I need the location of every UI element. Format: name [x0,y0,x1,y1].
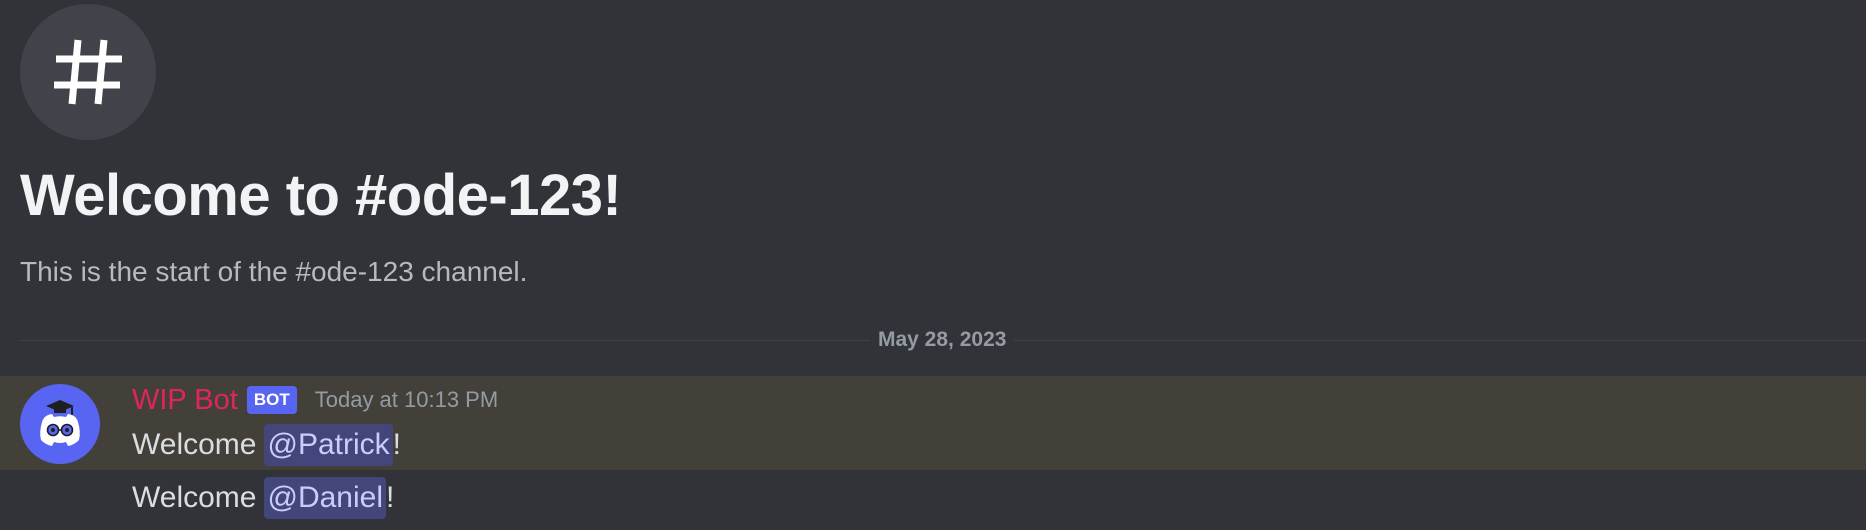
user-mention[interactable]: @Patrick [264,424,393,466]
bot-badge: BOT [246,386,297,414]
channel-hash-icon [20,4,156,140]
date-divider-label: May 28, 2023 [870,326,1015,354]
avatar[interactable] [20,384,100,464]
hash-icon [54,39,122,105]
discord-bot-avatar-icon [40,400,80,446]
message-text: Welcome [132,428,257,461]
message-text: Welcome [132,481,257,514]
message-header: WIP Bot BOT Today at 10:13 PM [132,382,498,418]
chat-view: Welcome to #ode-123! This is the start o… [0,0,1866,530]
message-text-suffix: ! [392,428,401,461]
welcome-title: Welcome to #ode-123! [20,163,622,228]
welcome-subtitle: This is the start of the #ode-123 channe… [20,256,528,287]
message-timestamp[interactable]: Today at 10:13 PM [315,386,498,414]
message-group-highlighted[interactable]: WIP Bot BOT Today at 10:13 PM Welcome @P… [0,376,1866,470]
message-text-suffix: ! [386,481,395,514]
user-mention[interactable]: @Daniel [264,477,386,519]
message-content: Welcome @Patrick ! [132,424,401,466]
message-content: Welcome @Daniel ! [132,477,394,519]
author-username[interactable]: WIP Bot [132,382,238,418]
